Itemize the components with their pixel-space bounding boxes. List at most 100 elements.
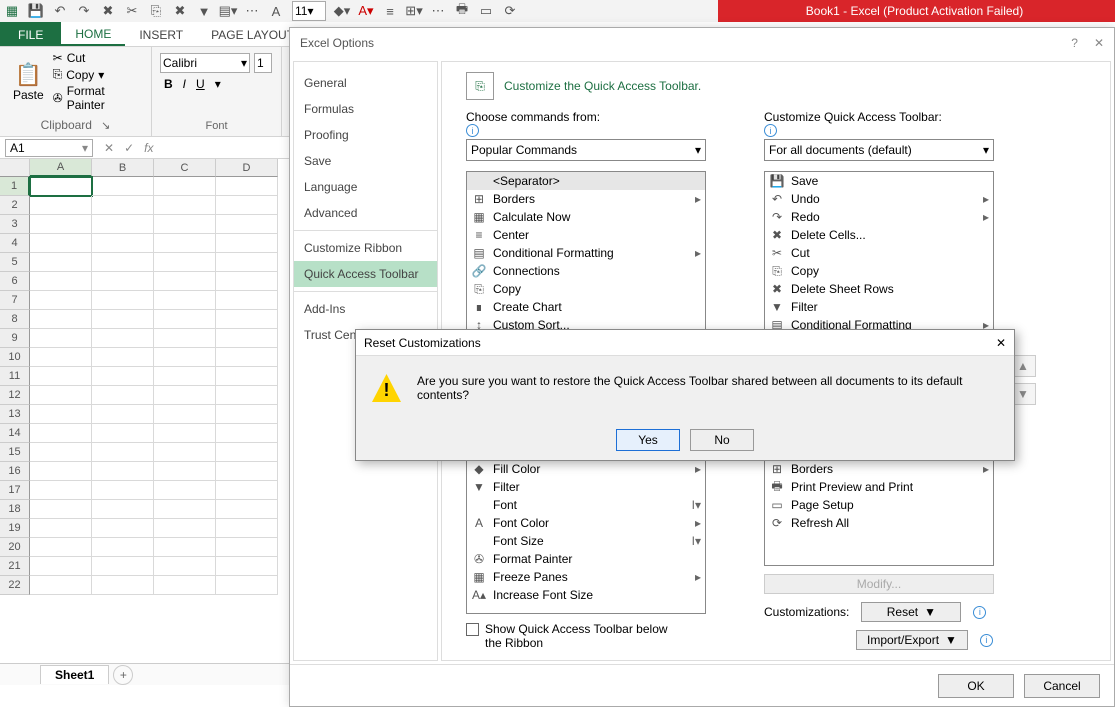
options-nav-item[interactable]: Customize Ribbon — [294, 235, 437, 261]
cell[interactable] — [154, 557, 216, 576]
cell[interactable] — [154, 443, 216, 462]
page-setup-icon[interactable]: ▭ — [478, 3, 494, 19]
cell[interactable] — [216, 386, 278, 405]
cell[interactable] — [154, 348, 216, 367]
center-icon[interactable]: ≡ — [382, 3, 398, 19]
command-item[interactable]: ⊞Borders▸ — [765, 460, 993, 478]
cell[interactable] — [154, 177, 216, 196]
command-item[interactable]: ⎘Copy — [467, 280, 705, 298]
copy-icon[interactable]: ⎘ — [148, 3, 164, 19]
cell[interactable] — [216, 291, 278, 310]
cell[interactable] — [92, 348, 154, 367]
cell[interactable] — [154, 367, 216, 386]
cell[interactable] — [216, 367, 278, 386]
cell[interactable] — [30, 196, 92, 215]
no-button[interactable]: No — [690, 429, 754, 451]
options-nav-item[interactable]: Proofing — [294, 122, 437, 148]
cell[interactable] — [154, 500, 216, 519]
customize-qat-dropdown[interactable]: For all documents (default)▾ — [764, 139, 994, 161]
row-header[interactable]: 15 — [0, 443, 30, 462]
yes-button[interactable]: Yes — [616, 429, 680, 451]
cell[interactable] — [92, 538, 154, 557]
choose-commands-dropdown[interactable]: Popular Commands▾ — [466, 139, 706, 161]
command-item[interactable]: 🖶Print Preview and Print — [765, 478, 993, 496]
cell[interactable] — [30, 462, 92, 481]
row-header[interactable]: 18 — [0, 500, 30, 519]
options-nav-item[interactable]: Language — [294, 174, 437, 200]
row-header[interactable]: 13 — [0, 405, 30, 424]
close-icon[interactable]: ✕ — [996, 336, 1006, 350]
cell[interactable] — [30, 576, 92, 595]
cell[interactable] — [30, 367, 92, 386]
import-export-dropdown[interactable]: Import/Export ▼ — [856, 630, 968, 650]
options-nav-item[interactable]: General — [294, 70, 437, 96]
cell[interactable] — [216, 348, 278, 367]
command-item[interactable]: ▼Filter — [765, 298, 993, 316]
cell[interactable] — [154, 310, 216, 329]
row-header[interactable]: 5 — [0, 253, 30, 272]
cut-icon[interactable]: ✂ — [124, 3, 140, 19]
command-item[interactable]: ≡Center — [467, 226, 705, 244]
name-box[interactable]: A1▾ — [5, 139, 93, 157]
cell[interactable] — [216, 310, 278, 329]
command-item[interactable]: ↷Redo▸ — [765, 208, 993, 226]
cell[interactable] — [154, 272, 216, 291]
cell[interactable] — [216, 424, 278, 443]
cell[interactable] — [216, 329, 278, 348]
cell[interactable] — [92, 234, 154, 253]
cell[interactable] — [154, 424, 216, 443]
options-nav-item[interactable]: Quick Access Toolbar — [294, 261, 437, 287]
cell[interactable] — [92, 310, 154, 329]
cell[interactable] — [30, 215, 92, 234]
command-item[interactable]: ↶Undo▸ — [765, 190, 993, 208]
cell[interactable] — [92, 424, 154, 443]
cell[interactable] — [30, 291, 92, 310]
row-header[interactable]: 22 — [0, 576, 30, 595]
fill-icon[interactable]: ◆▾ — [334, 3, 350, 19]
info-icon[interactable]: i — [980, 634, 993, 647]
filter-icon[interactable]: ▼ — [196, 3, 212, 19]
cell[interactable] — [92, 291, 154, 310]
command-item[interactable]: 💾Save — [765, 172, 993, 190]
copy-button[interactable]: ⎘Copy ▾ — [53, 67, 143, 82]
tab-home[interactable]: HOME — [61, 22, 125, 46]
qat-font-size-combo[interactable]: 11 ▾ — [292, 1, 326, 21]
cell[interactable] — [92, 557, 154, 576]
cell[interactable] — [92, 576, 154, 595]
row-header[interactable]: 3 — [0, 215, 30, 234]
cell[interactable] — [92, 481, 154, 500]
row-header[interactable]: 20 — [0, 538, 30, 557]
cell[interactable] — [30, 253, 92, 272]
undo-icon[interactable]: ↶ — [52, 3, 68, 19]
cell[interactable] — [92, 177, 154, 196]
cell[interactable] — [216, 519, 278, 538]
cell[interactable] — [154, 196, 216, 215]
command-item[interactable]: FontI▾ — [467, 496, 705, 514]
delete-rows-icon[interactable]: ✖ — [172, 3, 188, 19]
delete-cells-icon[interactable]: ✖ — [100, 3, 116, 19]
command-item[interactable]: ✇Format Painter — [467, 550, 705, 568]
command-item[interactable]: AFont Color▸ — [467, 514, 705, 532]
cell[interactable] — [30, 443, 92, 462]
cell[interactable] — [216, 196, 278, 215]
command-item[interactable]: ▦Freeze Panes▸ — [467, 568, 705, 586]
cell[interactable] — [30, 500, 92, 519]
options-nav-item[interactable]: Advanced — [294, 200, 437, 226]
sheet-tab-1[interactable]: Sheet1 — [40, 665, 109, 684]
tab-file[interactable]: FILE — [0, 22, 61, 46]
col-header-A[interactable]: A — [30, 159, 92, 177]
cell[interactable] — [216, 405, 278, 424]
info-icon[interactable]: i — [764, 124, 777, 137]
cell[interactable] — [92, 215, 154, 234]
cell[interactable] — [216, 177, 278, 196]
row-header[interactable]: 21 — [0, 557, 30, 576]
cell[interactable] — [92, 519, 154, 538]
command-item[interactable]: Font SizeI▾ — [467, 532, 705, 550]
format-painter-button[interactable]: ✇Format Painter — [53, 84, 143, 112]
row-header[interactable]: 9 — [0, 329, 30, 348]
cell[interactable] — [30, 329, 92, 348]
cell[interactable] — [154, 234, 216, 253]
info-icon[interactable]: i — [466, 124, 479, 137]
command-item[interactable]: <Separator> — [467, 172, 705, 190]
command-item[interactable]: ▦Calculate Now — [467, 208, 705, 226]
